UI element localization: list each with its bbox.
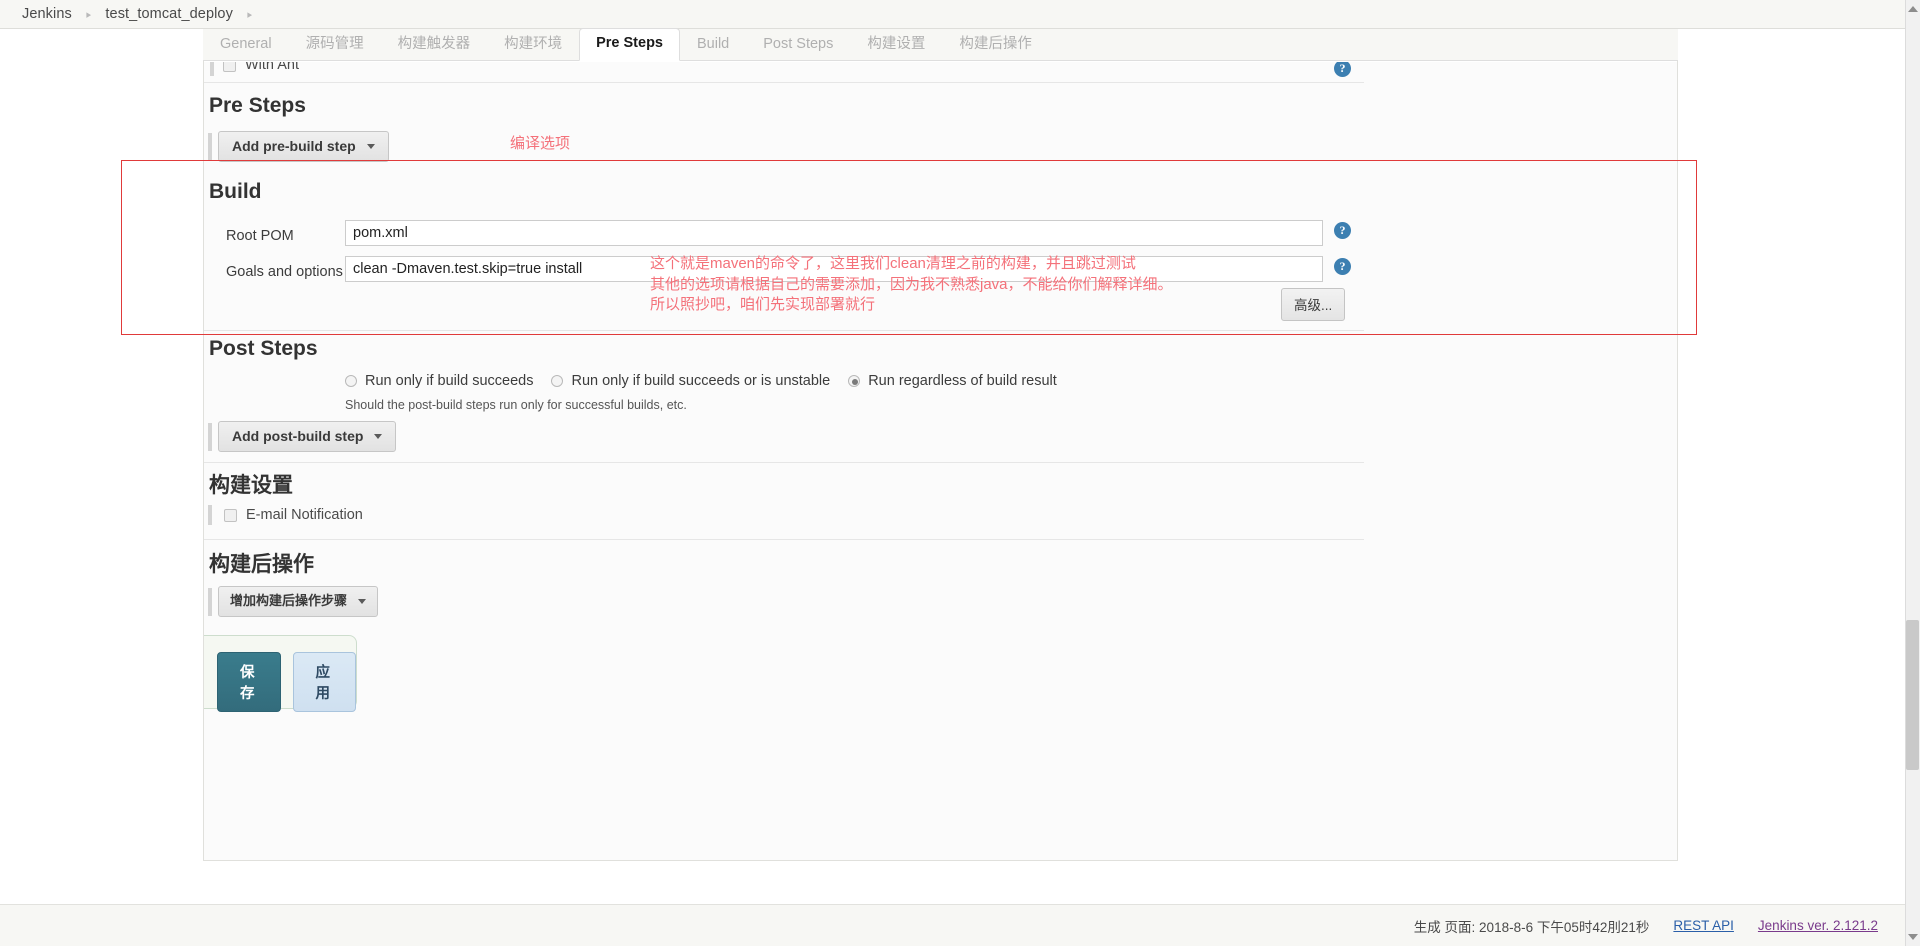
breadcrumb-item-jenkins[interactable]: Jenkins [22,6,72,22]
breadcrumb-separator-icon: ▸ [86,8,91,21]
divider-post-steps [204,330,1364,331]
scroll-down-arrow-icon[interactable] [1908,934,1918,940]
apply-button[interactable]: 应用 [292,652,356,712]
section-title-pre-steps: Pre Steps [209,94,306,117]
tab-pre-steps[interactable]: Pre Steps [579,28,680,61]
chevron-down-icon [366,143,375,149]
email-notification-label: E-mail Notification [246,507,363,523]
tab-source-code-management[interactable]: 源码管理 [289,29,381,61]
add-post-build-action-label: 增加构建后操作步骤 [230,593,348,608]
help-icon-with-ant[interactable]: ? [1334,62,1351,77]
radio-label-run-regardless: Run regardless of build result [868,373,1057,389]
save-button[interactable]: 保存 [217,652,281,712]
row-marker [208,587,212,616]
add-pre-build-step-row: Add pre-build step [208,131,389,162]
tab-build-environment[interactable]: 构建环境 [487,29,579,61]
tab-post-steps[interactable]: Post Steps [746,29,850,61]
add-post-build-step-label: Add post-build step [232,428,364,444]
row-marker [210,62,214,76]
config-tab-bar: General 源码管理 构建触发器 构建环境 Pre Steps Build … [203,28,1678,61]
section-title-post-steps: Post Steps [209,337,318,360]
scrollbar-thumb[interactable] [1906,620,1919,770]
tab-general[interactable]: General [203,29,289,61]
annotation-maven-command: 这个就是maven的命令了，这里我们clean清理之前的构建，并且跳过测试 其他… [650,254,1173,316]
annotation-line-2: 其他的选项请根据自己的需要添加，因为我不熟悉java，不能给你们解释详细。 [650,275,1173,293]
help-icon-goals[interactable]: ? [1334,258,1351,275]
add-post-build-step-button[interactable]: Add post-build step [218,421,397,452]
breadcrumb-item-job[interactable]: test_tomcat_deploy [105,6,233,22]
scroll-up-arrow-icon[interactable] [1908,6,1918,12]
page-scrollbar[interactable] [1905,0,1920,946]
add-pre-build-step-label: Add pre-build step [232,138,356,154]
annotation-compile-options: 编译选项 [510,135,571,152]
divider-build-settings [204,462,1364,463]
annotation-line-3: 所以照抄吧，咱们先实现部署就行 [650,296,876,313]
page-footer: 生成 页面: 2018-8-6 下午05时42刖21秒 REST API Jen… [0,904,1920,946]
chevron-down-icon [358,598,367,604]
email-notification-checkbox[interactable] [224,508,237,522]
advanced-button[interactable]: 高级... [1281,288,1346,321]
add-post-build-action-button[interactable]: 增加构建后操作步骤 [218,586,379,617]
tab-build-triggers[interactable]: 构建触发器 [381,29,488,61]
tab-build-settings[interactable]: 构建设置 [850,29,942,61]
section-title-build-settings: 构建设置 [209,474,293,497]
breadcrumb: Jenkins ▸ test_tomcat_deploy ▸ [0,0,1920,29]
generated-timestamp: 生成 页面: 2018-8-6 下午05时42刖21秒 [1413,919,1650,935]
form-actions-bar: 保存 应用 [204,635,357,712]
row-marker [208,505,212,525]
radio-run-if-succeeds[interactable] [345,375,357,387]
email-notification-row: E-mail Notification [208,505,363,525]
rest-api-link[interactable]: REST API [1673,918,1734,933]
radio-run-regardless[interactable] [848,375,861,387]
goals-and-options-label: Goals and options [226,264,343,280]
divider-pre-steps [204,82,1364,83]
jenkins-job-config-page: Jenkins ▸ test_tomcat_deploy ▸ General 源… [0,0,1920,946]
post-steps-hint: Should the post-build steps run only for… [345,398,687,412]
row-marker [208,422,212,451]
root-pom-input[interactable] [345,220,1323,246]
add-pre-build-step-button[interactable]: Add pre-build step [218,131,389,162]
radio-label-run-if-succeeds-or-unstable: Run only if build succeeds or is unstabl… [571,373,831,389]
with-ant-label: With Ant [245,62,299,73]
tab-post-build-actions[interactable]: 构建后操作 [942,29,1049,61]
radio-run-if-succeeds-or-unstable[interactable] [551,375,564,387]
annotation-line-1: 这个就是maven的命令了，这里我们clean清理之前的构建，并且跳过测试 [650,255,1136,272]
row-marker [208,132,212,161]
divider-post-build-actions [204,539,1364,540]
with-ant-checkbox[interactable] [223,62,236,72]
post-steps-radio-group: Run only if build succeeds Run only if b… [345,373,1057,389]
with-ant-row: With Ant [210,62,299,76]
jenkins-version-link[interactable]: Jenkins ver. 2.121.2 [1758,918,1878,933]
breadcrumb-separator-icon-2: ▸ [247,8,253,21]
root-pom-label: Root POM [226,228,294,244]
section-title-post-build-actions: 构建后操作 [209,553,314,576]
config-form-body: With Ant ? Pre Steps Add pre-build step … [204,62,1677,860]
tab-build[interactable]: Build [680,29,746,61]
section-title-build: Build [209,180,262,203]
chevron-down-icon [374,433,383,439]
help-icon-root-pom[interactable]: ? [1334,222,1351,239]
add-post-build-step-row: Add post-build step [208,421,397,452]
radio-label-run-if-succeeds: Run only if build succeeds [365,373,534,389]
add-post-build-action-row: 增加构建后操作步骤 [208,586,379,617]
